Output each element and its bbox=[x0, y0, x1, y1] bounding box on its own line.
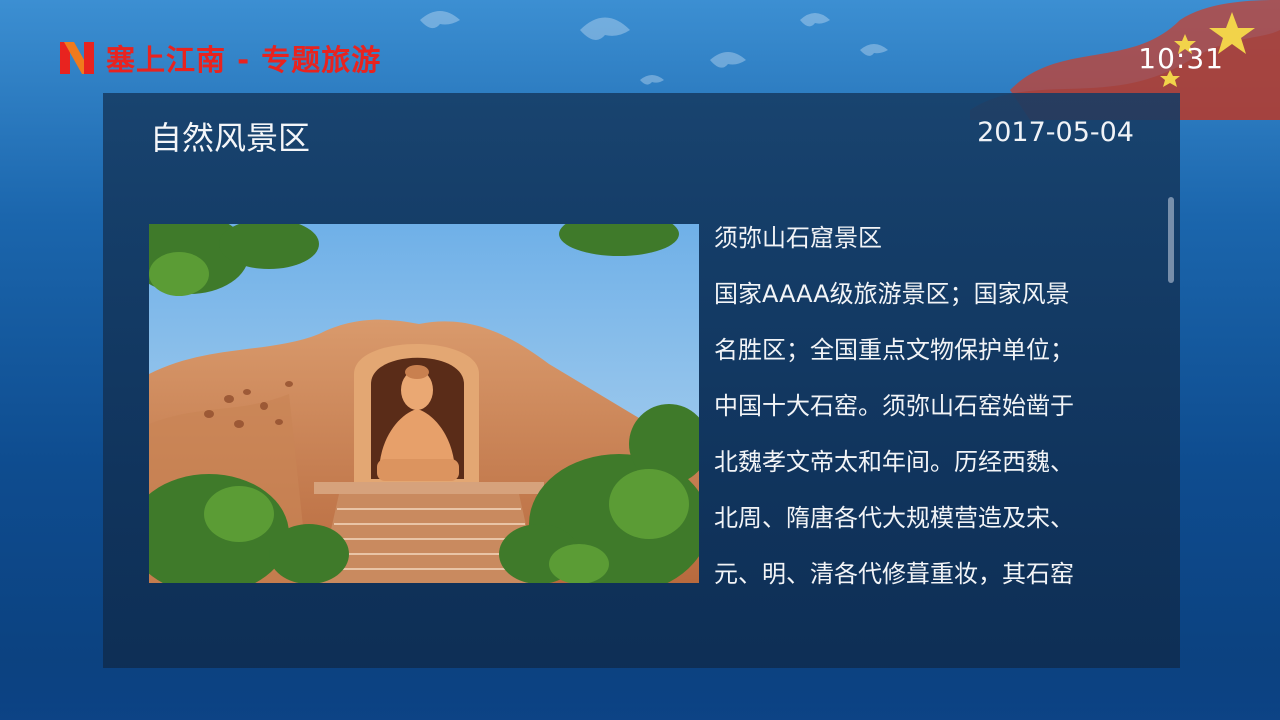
scrollbar-thumb[interactable] bbox=[1168, 197, 1174, 283]
article-line: 国家AAAA级旅游景区；国家风景 bbox=[714, 280, 1070, 308]
article-line: 中国十大石窑。须弥山石窑始凿于 bbox=[714, 392, 1074, 420]
scrollbar[interactable] bbox=[1168, 197, 1174, 287]
clock: 10:31 bbox=[1138, 42, 1224, 75]
content-panel: 自然风景区 2017-05-04 须弥山石窟景区 国家AAAA级旅游景区；国家风… bbox=[103, 93, 1180, 668]
article-line: 元、明、清各代修葺重妆，其石窑 bbox=[714, 560, 1074, 588]
app-title: 塞上江南 - 专题旅游 bbox=[106, 43, 382, 77]
n-logo-icon bbox=[60, 42, 94, 74]
category-title: 自然风景区 bbox=[150, 119, 311, 157]
article-line: 北周、隋唐各代大规模营造及宋、 bbox=[714, 504, 1074, 532]
scenic-photo bbox=[149, 224, 699, 583]
article-line: 名胜区；全国重点文物保护单位； bbox=[714, 336, 1074, 364]
article-line: 北魏孝文帝太和年间。历经西魏、 bbox=[714, 448, 1074, 476]
app-header: 塞上江南 - 专题旅游 bbox=[58, 38, 381, 78]
article-text[interactable]: 须弥山石窟景区 国家AAAA级旅游景区；国家风景 名胜区；全国重点文物保护单位；… bbox=[714, 218, 1144, 598]
bottom-glow bbox=[0, 660, 1280, 720]
publish-date: 2017-05-04 bbox=[977, 117, 1134, 148]
article-line: 须弥山石窟景区 bbox=[714, 224, 882, 252]
